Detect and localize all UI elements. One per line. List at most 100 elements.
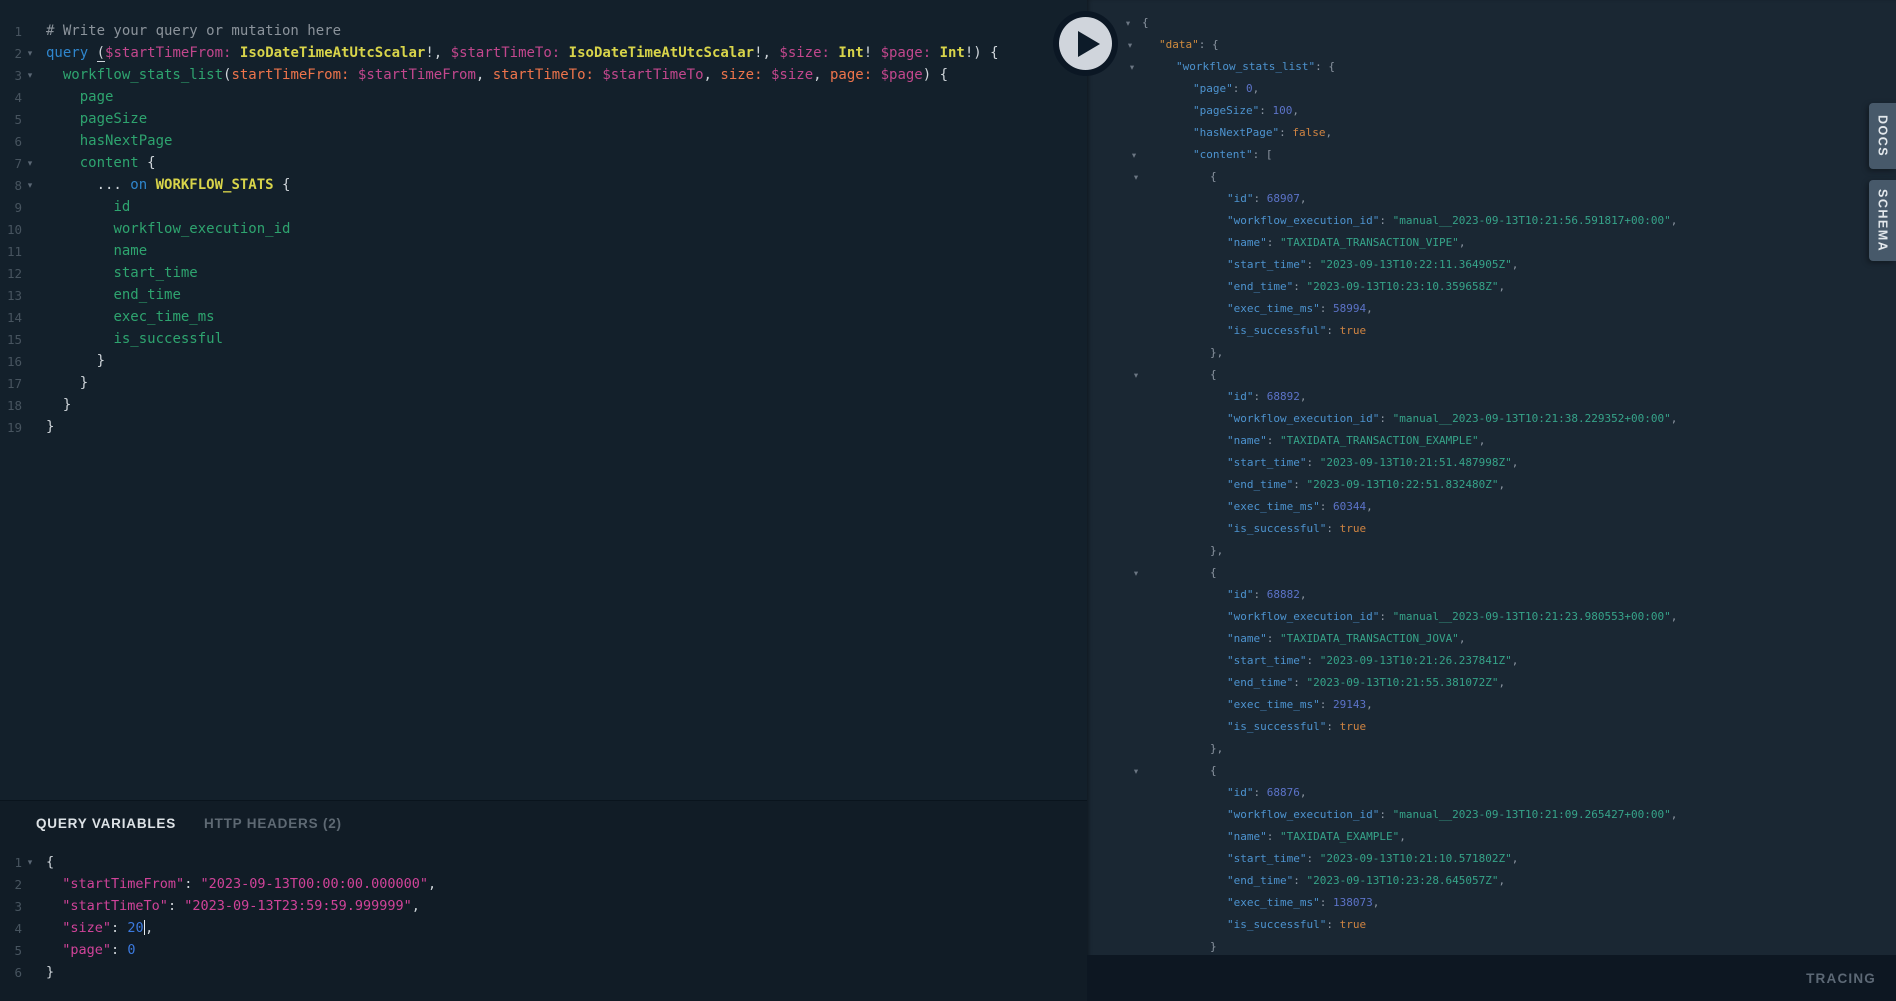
code-text: page (46, 86, 113, 108)
json-line: "workflow_execution_id": "manual__2023-0… (1087, 804, 1896, 826)
fold-arrow-icon[interactable]: ▾ (1125, 56, 1139, 78)
code-line: 13 end_time (0, 284, 1087, 306)
fold-arrow-icon[interactable]: ▾ (22, 851, 38, 873)
json-text: "exec_time_ms": 58994, (1142, 298, 1896, 320)
json-line: "name": "TAXIDATA_TRANSACTION_JOVA", (1087, 628, 1896, 650)
code-line: 6 hasNextPage (0, 130, 1087, 152)
code-line: 1 # Write your query or mutation here (0, 20, 1087, 42)
json-line: "end_time": "2023-09-13T10:23:10.359658Z… (1087, 276, 1896, 298)
json-line: }, (1087, 342, 1896, 364)
json-line: ▾{ (1087, 166, 1896, 188)
code-line: 19} (0, 416, 1087, 438)
line-number: 14 (0, 310, 22, 325)
code-line: 11 name (0, 240, 1087, 262)
code-line: 16 } (0, 350, 1087, 372)
json-text: "exec_time_ms": 29143, (1142, 694, 1896, 716)
line-number: 19 (0, 420, 22, 435)
code-text: # Write your query or mutation here (46, 20, 341, 42)
code-text: } (46, 394, 71, 416)
json-text: "is_successful": true (1142, 518, 1896, 540)
code-text: exec_time_ms (46, 306, 215, 328)
code-line: 15 is_successful (0, 328, 1087, 350)
fold-arrow-icon[interactable]: ▾ (1123, 34, 1137, 56)
tracing-bar[interactable]: TRACING (1087, 955, 1896, 1001)
graphql-playground-window: 1# Write your query or mutation here2▾qu… (0, 0, 1896, 1001)
play-icon (1078, 31, 1100, 57)
response-viewer: ▾{▾"data": {▾"workflow_stats_list": {"pa… (1087, 0, 1896, 955)
line-number: 5 (0, 943, 22, 958)
json-line: "id": 68876, (1087, 782, 1896, 804)
code-line: 5 pageSize (0, 108, 1087, 130)
json-text: "name": "TAXIDATA_TRANSACTION_VIPE", (1142, 232, 1896, 254)
code-text: is_successful (46, 328, 223, 350)
code-line: 4 page (0, 86, 1087, 108)
json-text: "workflow_stats_list": { (1142, 56, 1896, 78)
json-line: "exec_time_ms": 138073, (1087, 892, 1896, 914)
play-button-disc (1059, 17, 1112, 70)
fold-arrow-icon[interactable]: ▾ (1129, 364, 1143, 386)
code-text: id (46, 196, 130, 218)
line-number: 7 (0, 156, 22, 171)
json-text: { (1142, 166, 1896, 188)
code-line: 3 "startTimeTo": "2023-09-13T23:59:59.99… (0, 895, 1087, 917)
code-text: "size": 20, (46, 917, 153, 939)
line-number: 11 (0, 244, 22, 259)
line-number: 2 (0, 46, 22, 61)
json-line: "workflow_execution_id": "manual__2023-0… (1087, 606, 1896, 628)
json-line: "is_successful": true (1087, 518, 1896, 540)
code-line: 8▾ ... on WORKFLOW_STATS { (0, 174, 1087, 196)
code-text: workflow_stats_list(startTimeFrom: $star… (46, 64, 948, 86)
json-text: "start_time": "2023-09-13T10:21:51.48799… (1142, 452, 1896, 474)
variables-editor[interactable]: 1▾{2 "startTimeFrom": "2023-09-13T00:00:… (0, 845, 1087, 983)
line-number: 18 (0, 398, 22, 413)
json-text: "pageSize": 100, (1142, 100, 1896, 122)
line-number: 8 (0, 178, 22, 193)
fold-arrow-icon[interactable]: ▾ (22, 152, 38, 174)
side-tab-schema[interactable]: SCHEMA (1869, 180, 1896, 261)
code-text: "page": 0 (46, 939, 135, 961)
fold-arrow-icon[interactable]: ▾ (1129, 562, 1143, 584)
tab-http-headers[interactable]: HTTP HEADERS (2) (204, 816, 342, 831)
schema-tab-label: SCHEMA (1876, 189, 1890, 252)
fold-arrow-icon[interactable]: ▾ (22, 64, 38, 86)
code-text: query ($startTimeFrom: IsoDateTimeAtUtcS… (46, 42, 999, 64)
line-number: 6 (0, 134, 22, 149)
json-line: "name": "TAXIDATA_TRANSACTION_EXAMPLE", (1087, 430, 1896, 452)
json-line: "start_time": "2023-09-13T10:21:26.23784… (1087, 650, 1896, 672)
json-text: "content": [ (1142, 144, 1896, 166)
code-text: start_time (46, 262, 198, 284)
code-line: 9 id (0, 196, 1087, 218)
line-number: 1 (0, 24, 22, 39)
json-line: "end_time": "2023-09-13T10:23:28.645057Z… (1087, 870, 1896, 892)
json-line: "page": 0, (1087, 78, 1896, 100)
fold-arrow-icon[interactable]: ▾ (1129, 166, 1143, 188)
json-line: "start_time": "2023-09-13T10:21:51.48799… (1087, 452, 1896, 474)
fold-arrow-icon[interactable]: ▾ (1121, 12, 1135, 34)
json-line: "exec_time_ms": 60344, (1087, 496, 1896, 518)
code-line: 6} (0, 961, 1087, 983)
query-editor[interactable]: 1# Write your query or mutation here2▾qu… (0, 0, 1087, 800)
json-text: "is_successful": true (1142, 914, 1896, 936)
code-text: "startTimeTo": "2023-09-13T23:59:59.9999… (46, 895, 420, 917)
docs-tab-label: DOCS (1876, 115, 1890, 157)
json-text: { (1142, 12, 1896, 34)
side-tab-docs[interactable]: DOCS (1869, 103, 1896, 169)
json-text: }, (1142, 738, 1896, 760)
fold-arrow-icon[interactable]: ▾ (1127, 144, 1141, 166)
code-text: { (46, 851, 54, 873)
tab-query-variables[interactable]: QUERY VARIABLES (36, 816, 176, 831)
code-text: pageSize (46, 108, 147, 130)
json-line: "id": 68882, (1087, 584, 1896, 606)
fold-arrow-icon[interactable]: ▾ (1129, 760, 1143, 782)
line-number: 6 (0, 965, 22, 980)
json-text: "workflow_execution_id": "manual__2023-0… (1142, 804, 1896, 826)
variables-panel: QUERY VARIABLES HTTP HEADERS (2) 1▾{2 "s… (0, 800, 1087, 1001)
fold-arrow-icon[interactable]: ▾ (22, 42, 38, 64)
json-text: "id": 68876, (1142, 782, 1896, 804)
fold-arrow-icon[interactable]: ▾ (22, 174, 38, 196)
left-pane: 1# Write your query or mutation here2▾qu… (0, 0, 1087, 1001)
execute-query-button[interactable] (1053, 11, 1118, 76)
json-text: } (1142, 936, 1896, 955)
response-pane: ▾{▾"data": {▾"workflow_stats_list": {"pa… (1087, 0, 1896, 1001)
json-line: "is_successful": true (1087, 716, 1896, 738)
